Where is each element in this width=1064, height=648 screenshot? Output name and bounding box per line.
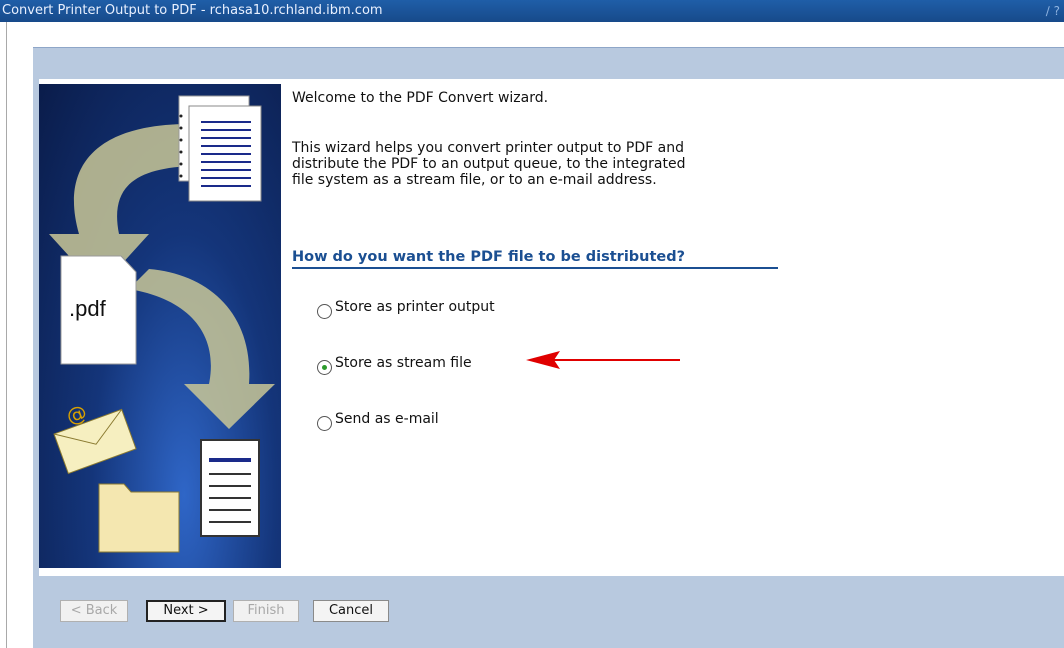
window-title: Convert Printer Output to PDF - rchasa10… — [2, 3, 383, 18]
email-envelope-icon: @ — [53, 399, 137, 475]
radio-printer-output[interactable] — [317, 303, 332, 319]
window-left-border — [6, 22, 7, 648]
option-label[interactable]: Store as stream file — [335, 355, 472, 371]
option-printer-output[interactable]: Store as printer output — [317, 297, 495, 319]
finish-button[interactable]: Finish — [233, 600, 299, 622]
title-bar-icons[interactable]: ∕ ? — [1046, 0, 1060, 22]
cancel-button[interactable]: Cancel — [313, 600, 389, 622]
curved-arrow-icon — [129, 269, 275, 429]
intro-text: This wizard helps you convert printer ou… — [292, 140, 686, 188]
pdf-file-label: .pdf — [69, 296, 107, 321]
distribution-question-heading: How do you want the PDF file to be distr… — [292, 249, 778, 269]
radio-stream-file[interactable] — [317, 359, 332, 375]
option-stream-file[interactable]: Store as stream file — [317, 353, 472, 375]
wizard-illustration: .pdf @ — [39, 84, 281, 568]
back-button[interactable]: < Back — [60, 600, 128, 622]
window-title-bar: Convert Printer Output to PDF - rchasa10… — [0, 0, 1064, 22]
welcome-text: Welcome to the PDF Convert wizard. — [292, 90, 549, 106]
option-email[interactable]: Send as e-mail — [317, 409, 439, 431]
folder-icon — [98, 483, 180, 553]
next-button[interactable]: Next > — [146, 600, 226, 622]
radio-email[interactable] — [317, 415, 332, 431]
option-label[interactable]: Store as printer output — [335, 299, 495, 315]
annotation-arrow-icon — [526, 351, 680, 369]
wizard-header-band — [33, 47, 1064, 80]
option-label[interactable]: Send as e-mail — [335, 411, 439, 427]
